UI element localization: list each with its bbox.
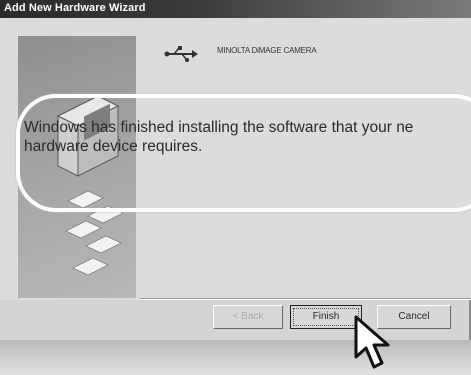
title-bar[interactable]: Add New Hardware Wizard [0, 0, 471, 18]
wizard-window: Add New Hardware Wizard MINOLTA DiMAGE C… [0, 0, 471, 340]
message-line-2: hardware device requires. [24, 138, 203, 155]
completion-message: Windows has finished installing the soft… [24, 118, 471, 156]
button-separator [140, 298, 471, 300]
message-line-1: Windows has finished installing the soft… [24, 119, 414, 136]
back-button[interactable]: < Back [213, 305, 283, 329]
mouse-pointer-icon [354, 315, 390, 369]
page-bottom-strip [0, 340, 471, 375]
window-title: Add New Hardware Wizard [4, 2, 146, 14]
device-name: MINOLTA DiMAGE CAMERA [217, 46, 317, 55]
usb-icon [164, 46, 198, 62]
